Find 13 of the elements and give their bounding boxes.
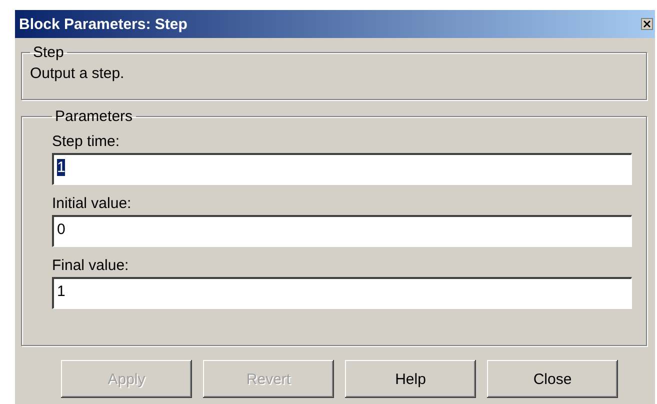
input-field[interactable]: 1 (52, 277, 632, 309)
input-field[interactable]: 1 (52, 153, 632, 185)
group-title: Parameters (54, 108, 134, 125)
close-icon[interactable] (641, 18, 653, 30)
field-label: Initial value: (52, 195, 132, 212)
input-field[interactable]: 0 (52, 215, 632, 247)
field-label: Step time: (52, 133, 121, 150)
field-label: Final value: (52, 257, 130, 274)
dialog-button[interactable]: Help (345, 360, 476, 398)
window-title: Block Parameters: Step (19, 16, 188, 32)
group-title: Step (32, 44, 65, 61)
dialog-button[interactable]: Close (487, 360, 618, 398)
description-text: Output a step. (30, 65, 124, 82)
